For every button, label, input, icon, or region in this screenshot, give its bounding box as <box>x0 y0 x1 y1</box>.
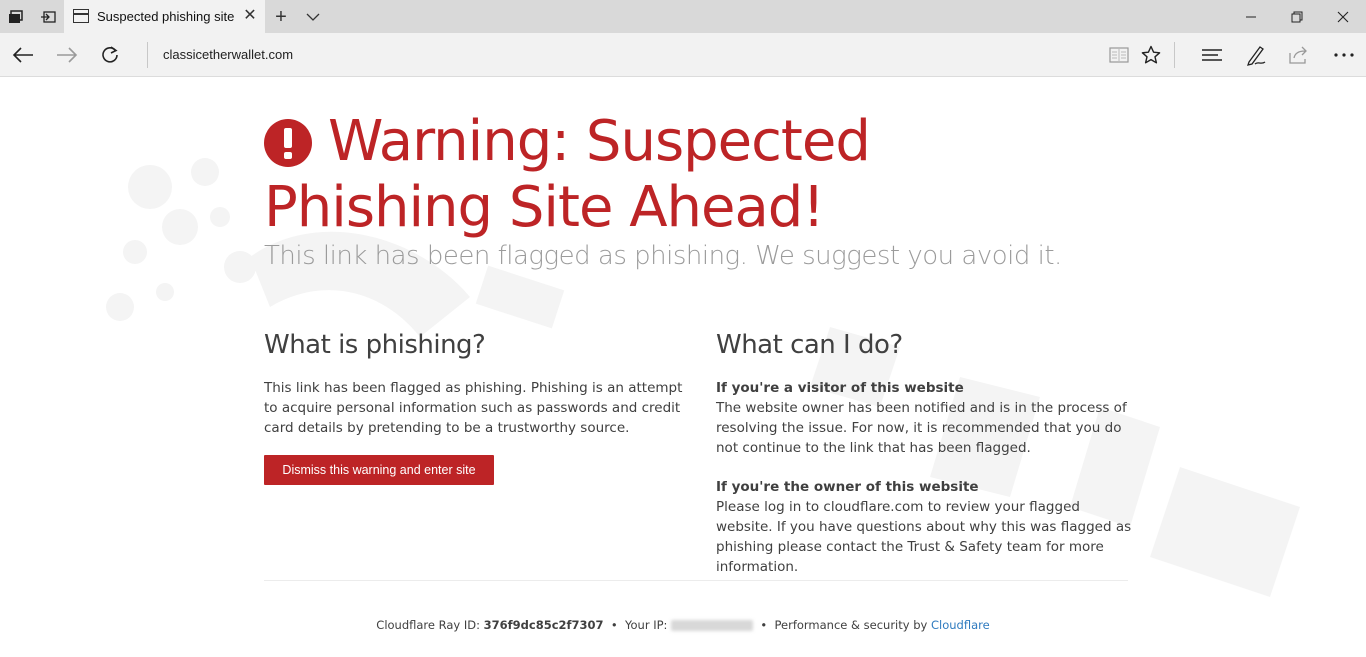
active-tab[interactable]: Suspected phishing site ✕ <box>64 0 265 33</box>
section-heading: What can I do? <box>716 330 903 360</box>
cloudflare-link[interactable]: Cloudflare <box>931 618 990 632</box>
footer-divider <box>264 580 1128 581</box>
page-subline: This link has been flagged as phishing. … <box>264 241 1062 271</box>
owner-heading: If you're the owner of this website <box>716 479 979 495</box>
hub-menu-icon[interactable] <box>1197 40 1227 70</box>
ip-label: Your IP: <box>625 618 668 632</box>
favorite-star-icon[interactable] <box>1136 40 1166 70</box>
web-note-pen-icon[interactable] <box>1241 40 1271 70</box>
visitor-paragraph: If you're a visitor of this website The … <box>716 378 1136 458</box>
restore-icon[interactable] <box>1274 0 1320 33</box>
what-is-phishing-section: What is phishing? This link has been fla… <box>264 329 684 438</box>
back-arrow-icon[interactable] <box>8 40 38 70</box>
address-bar[interactable]: classicetherwallet.com <box>163 47 293 62</box>
visitor-body: The website owner has been notified and … <box>716 400 1127 456</box>
section-body: This link has been flagged as phishing. … <box>264 380 683 436</box>
forward-arrow-icon[interactable] <box>52 40 82 70</box>
owner-paragraph: If you're the owner of this website Plea… <box>716 477 1136 577</box>
tab-actions-icon[interactable] <box>6 7 26 27</box>
what-can-i-do-section: What can I do? If you're a visitor of th… <box>716 329 1136 577</box>
page-icon <box>73 9 89 23</box>
chevron-down-icon[interactable] <box>302 6 324 28</box>
more-options-icon[interactable] <box>1329 40 1359 70</box>
set-tabs-aside-icon[interactable] <box>38 7 58 27</box>
close-window-icon[interactable] <box>1320 0 1366 33</box>
page-content: Warning: Suspected Phishing Site Ahead! … <box>0 77 1366 657</box>
footer-bullet: • <box>607 618 622 632</box>
minimize-icon[interactable] <box>1228 0 1274 33</box>
section-heading: What is phishing? <box>264 330 486 360</box>
refresh-icon[interactable] <box>95 40 125 70</box>
share-icon[interactable] <box>1284 40 1314 70</box>
performance-label: Performance & security by <box>774 618 928 632</box>
tab-bar: Suspected phishing site ✕ + <box>0 0 1366 33</box>
tab-close-icon[interactable]: ✕ <box>241 7 259 25</box>
toolbar-separator <box>1174 42 1175 68</box>
page-footer: Cloudflare Ray ID: 376f9dc85c2f7307 • Yo… <box>0 618 1366 632</box>
tab-title: Suspected phishing site <box>97 9 235 24</box>
headline-text: Warning: Suspected Phishing Site Ahead! <box>264 109 871 240</box>
visitor-heading: If you're a visitor of this website <box>716 380 964 396</box>
address-separator <box>147 42 148 68</box>
new-tab-icon[interactable]: + <box>270 6 292 28</box>
ray-id-value: 376f9dc85c2f7307 <box>483 618 604 632</box>
reading-view-icon[interactable] <box>1104 40 1134 70</box>
owner-body: Please log in to cloudflare.com to revie… <box>716 499 1132 575</box>
footer-bullet: • <box>756 618 771 632</box>
navigation-toolbar: classicetherwallet.com <box>0 33 1366 77</box>
blurred-ip-value <box>671 620 754 631</box>
ray-id-label: Cloudflare Ray ID: <box>376 618 481 632</box>
page-headline: Warning: Suspected Phishing Site Ahead! <box>264 109 1084 241</box>
dismiss-warning-button[interactable]: Dismiss this warning and enter site <box>264 455 494 485</box>
